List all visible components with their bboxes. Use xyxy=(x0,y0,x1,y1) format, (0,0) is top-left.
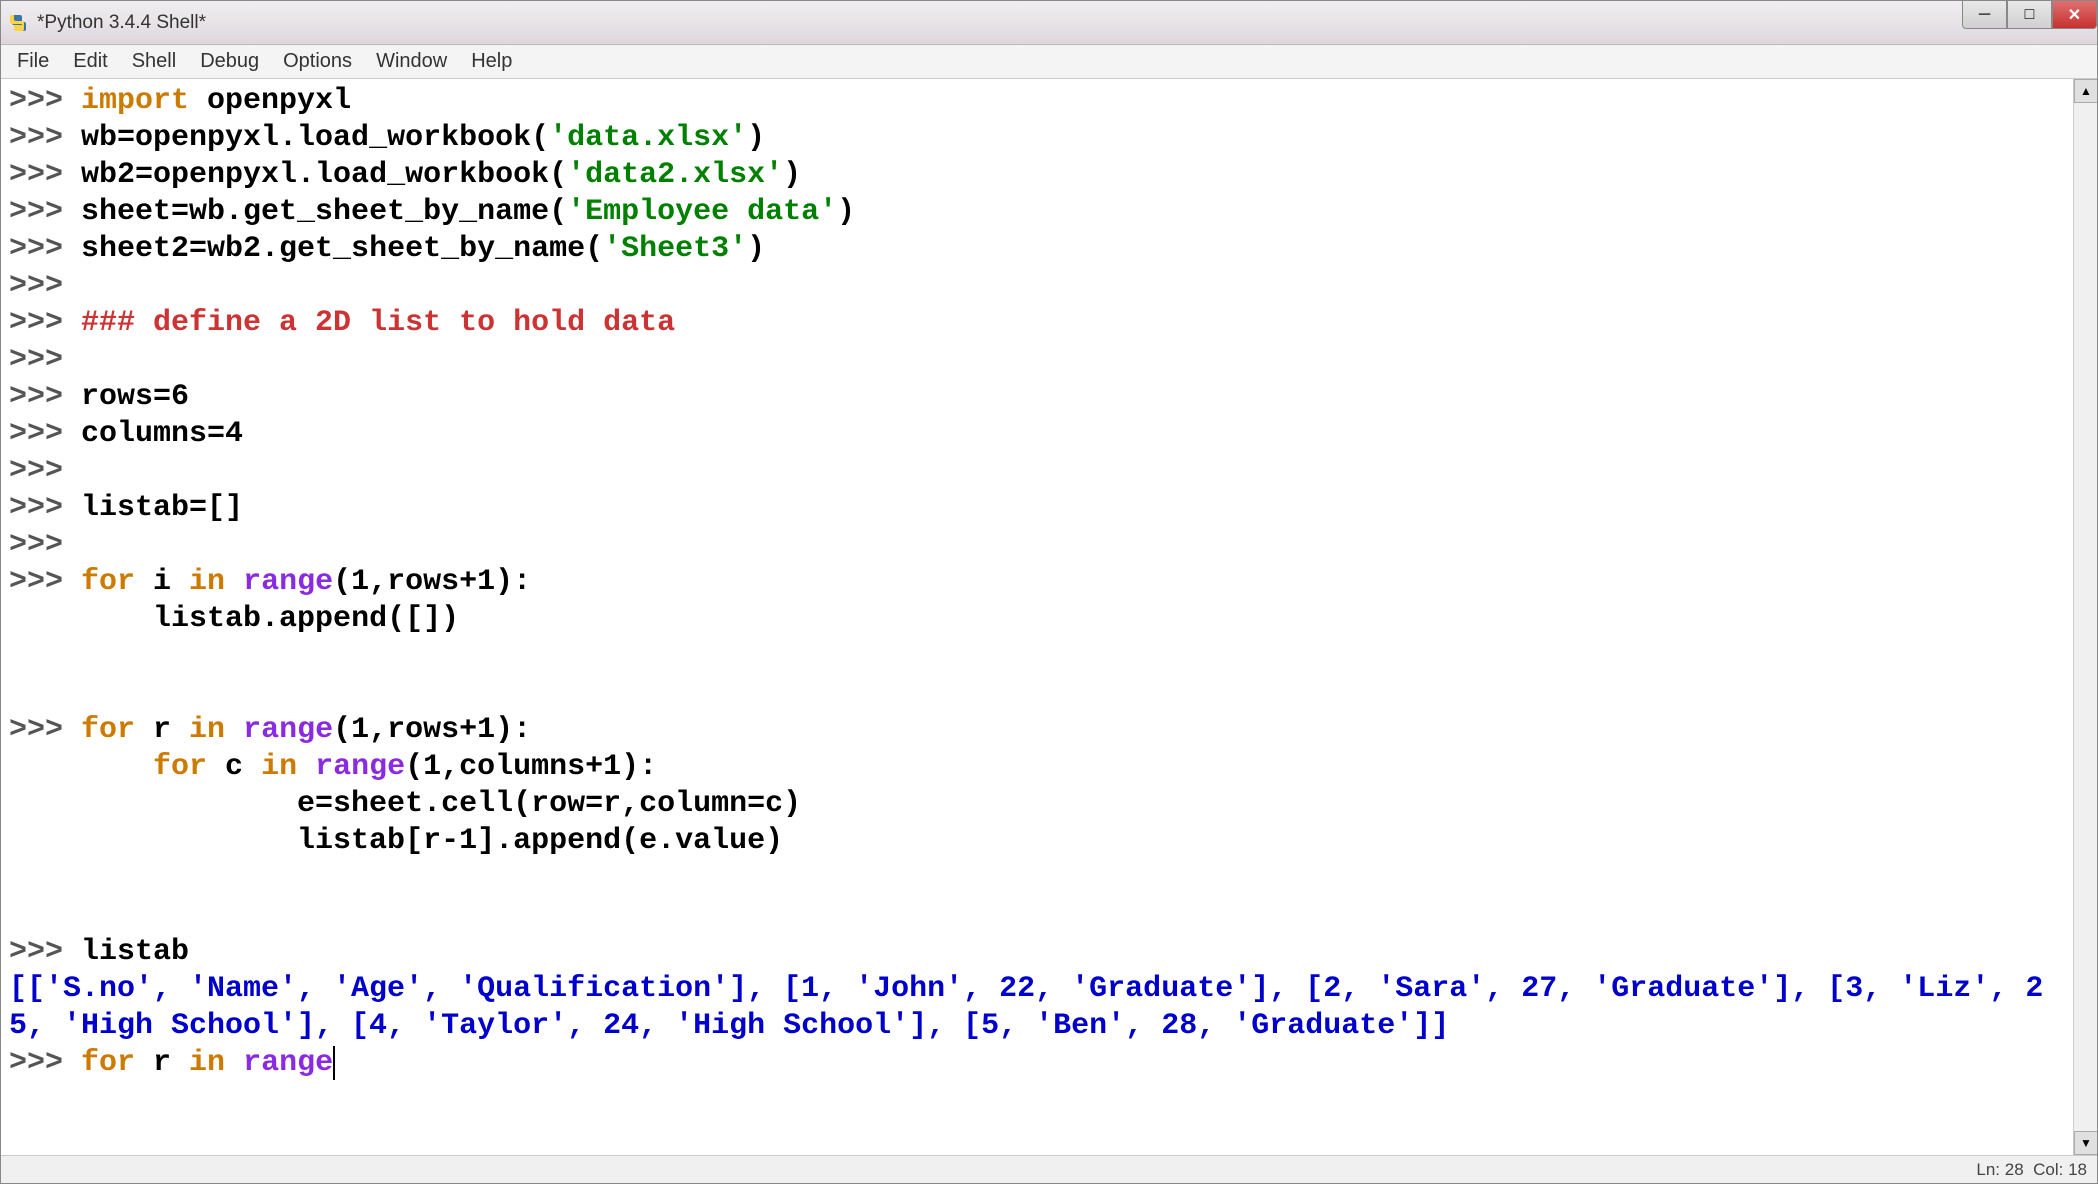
python-shell-window: *Python 3.4.4 Shell* ─ □ ✕ File Edit She… xyxy=(0,0,2098,1184)
menu-debug[interactable]: Debug xyxy=(188,44,271,79)
menu-help[interactable]: Help xyxy=(459,44,524,79)
code-line: for c in range(1,columns+1): xyxy=(9,749,2065,786)
menu-edit[interactable]: Edit xyxy=(61,44,119,79)
code-line: >>> sheet2=wb2.get_sheet_by_name('Sheet3… xyxy=(9,231,2065,268)
window-title: *Python 3.4.4 Shell* xyxy=(37,12,206,34)
code-line: >>> xyxy=(9,453,2065,490)
menu-window[interactable]: Window xyxy=(364,44,459,79)
code-line: >>> xyxy=(9,342,2065,379)
minimize-button[interactable]: ─ xyxy=(1962,1,2007,29)
code-line: >>> import openpyxl xyxy=(9,83,2065,120)
code-line: >>> rows=6 xyxy=(9,379,2065,416)
menu-file[interactable]: File xyxy=(5,44,61,79)
code-line: >>> ### define a 2D list to hold data xyxy=(9,305,2065,342)
shell-editor[interactable]: >>> import openpyxl>>> wb=openpyxl.load_… xyxy=(1,79,2073,1155)
code-line: [['S.no', 'Name', 'Age', 'Qualification'… xyxy=(9,971,2065,1045)
code-line xyxy=(9,897,2065,934)
code-line: >>> xyxy=(9,268,2065,305)
code-line xyxy=(9,675,2065,712)
scroll-down-icon[interactable]: ▼ xyxy=(2074,1131,2097,1155)
code-line: e=sheet.cell(row=r,column=c) xyxy=(9,786,2065,823)
menu-shell[interactable]: Shell xyxy=(120,44,188,79)
code-line: >>> listab xyxy=(9,934,2065,971)
close-button[interactable]: ✕ xyxy=(2052,1,2097,29)
menu-options[interactable]: Options xyxy=(271,44,364,79)
code-line: >>> for i in range(1,rows+1): xyxy=(9,564,2065,601)
code-line xyxy=(9,860,2065,897)
code-line xyxy=(9,638,2065,675)
scroll-up-icon[interactable]: ▲ xyxy=(2074,79,2097,103)
code-line: >>> for r in range xyxy=(9,1045,2065,1082)
code-line: >>> sheet=wb.get_sheet_by_name('Employee… xyxy=(9,194,2065,231)
code-line: >>> wb=openpyxl.load_workbook('data.xlsx… xyxy=(9,120,2065,157)
status-line-label: Ln: xyxy=(1976,1160,2000,1180)
code-line: >>> listab=[] xyxy=(9,490,2065,527)
code-line: >>> wb2=openpyxl.load_workbook('data2.xl… xyxy=(9,157,2065,194)
code-line: listab.append([]) xyxy=(9,601,2065,638)
menubar: File Edit Shell Debug Options Window Hel… xyxy=(1,45,2097,79)
titlebar[interactable]: *Python 3.4.4 Shell* ─ □ ✕ xyxy=(1,1,2097,45)
statusbar: Ln: 28 Col: 18 xyxy=(1,1155,2097,1183)
editor-wrap: >>> import openpyxl>>> wb=openpyxl.load_… xyxy=(1,79,2097,1155)
window-controls: ─ □ ✕ xyxy=(1962,1,2097,33)
code-line: listab[r-1].append(e.value) xyxy=(9,823,2065,860)
code-line: >>> xyxy=(9,527,2065,564)
python-icon xyxy=(7,12,29,34)
vertical-scrollbar[interactable]: ▲ ▼ xyxy=(2073,79,2097,1155)
maximize-button[interactable]: □ xyxy=(2007,1,2052,29)
code-line: >>> for r in range(1,rows+1): xyxy=(9,712,2065,749)
status-col-value: 18 xyxy=(2068,1160,2087,1180)
status-col-label: Col: xyxy=(2033,1160,2063,1180)
code-line: >>> columns=4 xyxy=(9,416,2065,453)
status-line-value: 28 xyxy=(2005,1160,2024,1180)
